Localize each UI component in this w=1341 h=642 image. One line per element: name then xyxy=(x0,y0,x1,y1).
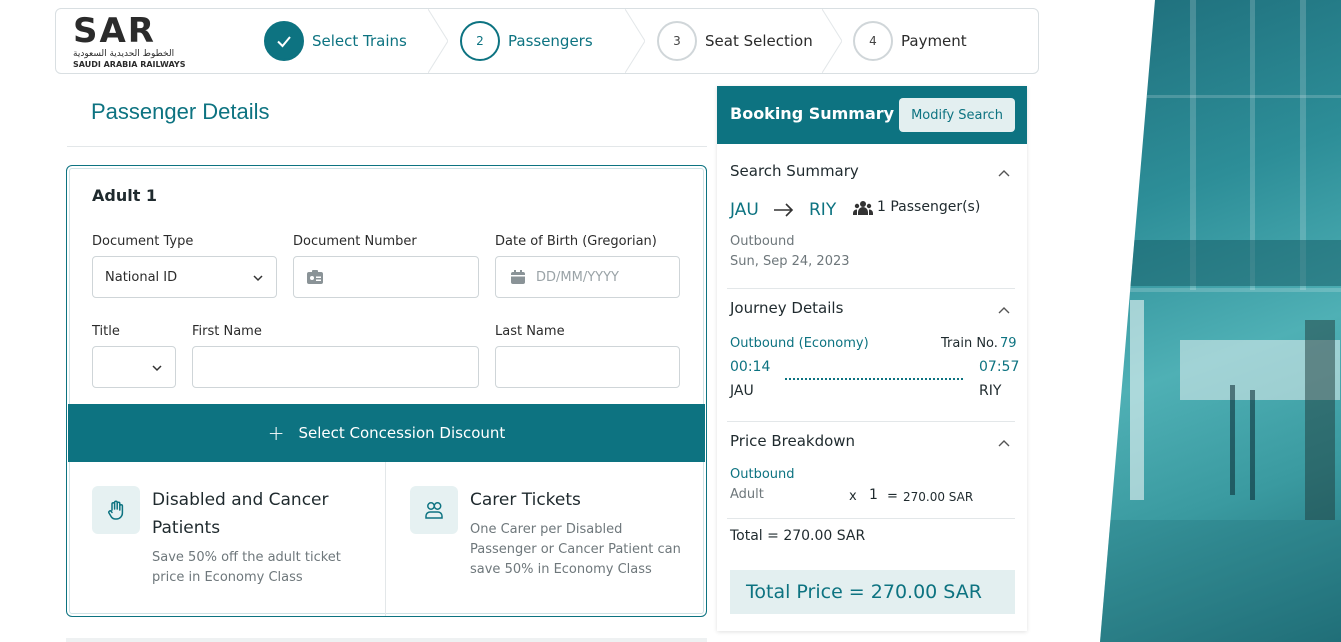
step-passengers[interactable]: 2 Passengers xyxy=(460,9,593,73)
logo-text: SAR xyxy=(73,11,156,51)
adult-label: Adult 1 xyxy=(92,186,158,205)
summary-header: Booking Summary Modify Search xyxy=(717,86,1027,144)
first-name-input[interactable] xyxy=(192,346,479,388)
page-title: Passenger Details xyxy=(91,99,270,124)
title-select[interactable] xyxy=(92,346,176,388)
step-number: 3 xyxy=(657,21,697,61)
booking-summary: Booking Summary Modify Search Search Sum… xyxy=(717,86,1027,631)
travel-date: Sun, Sep 24, 2023 xyxy=(730,254,850,269)
direction-label: Outbound xyxy=(730,234,795,249)
title-label: Title xyxy=(92,324,120,339)
concession-tile-carer[interactable]: Carer Tickets One Carer per Disabled Pas… xyxy=(386,462,704,616)
tile-description: save 50% in Economy Class xyxy=(470,562,652,577)
divider xyxy=(727,288,1015,289)
document-type-value: National ID xyxy=(105,269,178,285)
divider xyxy=(727,421,1015,422)
dob-label: Date of Birth (Gregorian) xyxy=(495,234,657,249)
chevron-down-icon xyxy=(152,365,162,372)
pax-quantity: 1 xyxy=(869,487,878,503)
chevron-up-icon[interactable] xyxy=(997,303,1011,317)
last-name-label: Last Name xyxy=(495,324,565,339)
modify-search-button[interactable]: Modify Search xyxy=(899,98,1015,132)
line-amount: 270.00 SAR xyxy=(903,490,974,504)
last-name-input[interactable] xyxy=(495,346,680,388)
destination-code: RIY xyxy=(809,200,837,220)
concession-label: Select Concession Discount xyxy=(298,424,506,442)
divider xyxy=(67,146,707,147)
journey-details-title: Journey Details xyxy=(730,299,844,317)
summary-title: Booking Summary xyxy=(730,104,895,123)
chevron-divider-icon xyxy=(428,9,448,73)
people-icon xyxy=(853,201,873,215)
calendar-icon xyxy=(511,270,525,284)
step-seat-selection[interactable]: 3 Seat Selection xyxy=(657,9,813,73)
tile-description: price in Economy Class xyxy=(152,570,303,585)
origin-code: JAU xyxy=(730,200,759,220)
arrow-right-icon xyxy=(774,203,794,217)
subtotal: Total = 270.00 SAR xyxy=(730,528,866,544)
logo-arabic: الخطوط الحديدية السعودية xyxy=(73,49,175,59)
passenger-card: Adult 1 Document Type National ID Docume… xyxy=(66,165,707,617)
tile-description: Save 50% off the adult ticket xyxy=(152,550,341,565)
dob-input[interactable]: DD/MM/YYYY xyxy=(495,256,680,298)
step-label: Payment xyxy=(901,32,967,50)
document-number-input[interactable] xyxy=(293,256,479,298)
step-label: Select Trains xyxy=(312,32,407,50)
journey-destination: RIY xyxy=(979,383,1002,399)
price-leg: Outbound xyxy=(730,467,795,482)
sar-logo[interactable]: SAR الخطوط الحديدية السعودية SAUDI ARABI… xyxy=(73,13,193,71)
chevron-up-icon[interactable] xyxy=(997,436,1011,450)
step-label: Seat Selection xyxy=(705,32,813,50)
users-icon xyxy=(410,486,458,534)
first-name-label: First Name xyxy=(192,324,262,339)
step-payment[interactable]: 4 Payment xyxy=(853,9,967,73)
price-breakdown-title: Price Breakdown xyxy=(730,432,856,450)
chevron-divider-icon xyxy=(822,9,842,73)
next-card-edge xyxy=(66,638,707,642)
equals-sign: = xyxy=(887,489,898,504)
journey-origin: JAU xyxy=(730,383,754,399)
train-label: Train No. xyxy=(941,336,998,351)
times-sign: x xyxy=(849,489,857,504)
logo-english: SAUDI ARABIA RAILWAYS xyxy=(73,60,186,69)
step-label: Passengers xyxy=(508,32,593,50)
passenger-count: 1 Passenger(s) xyxy=(877,199,981,215)
step-number: 2 xyxy=(460,21,500,61)
station-photo xyxy=(1100,0,1341,642)
id-card-icon xyxy=(307,270,323,284)
document-number-label: Document Number xyxy=(293,234,417,249)
journey-leg: Outbound (Economy) xyxy=(730,336,869,351)
document-type-label: Document Type xyxy=(92,234,194,249)
concession-tile-disabled[interactable]: Disabled and Cancer Patients Save 50% of… xyxy=(68,462,385,616)
chevron-up-icon[interactable] xyxy=(997,166,1011,180)
search-summary-title: Search Summary xyxy=(730,162,859,180)
step-number: 4 xyxy=(853,21,893,61)
total-price: Total Price = 270.00 SAR xyxy=(730,570,1015,614)
arrival-time: 07:57 xyxy=(979,359,1020,375)
divider xyxy=(727,518,1015,519)
chevron-down-icon xyxy=(253,275,263,282)
document-type-select[interactable]: National ID xyxy=(92,256,277,298)
route-line xyxy=(785,378,963,380)
hand-icon xyxy=(92,486,140,534)
check-icon xyxy=(264,21,304,61)
progress-header: SAR الخطوط الحديدية السعودية SAUDI ARABI… xyxy=(55,8,1039,74)
tile-title: Disabled and Cancer Patients xyxy=(152,490,329,538)
pax-type: Adult xyxy=(730,487,764,502)
tile-title: Carer Tickets xyxy=(470,490,581,510)
tile-description: Passenger or Cancer Patient can xyxy=(470,542,681,557)
chevron-divider-icon xyxy=(625,9,645,73)
dob-placeholder: DD/MM/YYYY xyxy=(536,269,619,285)
step-select-trains[interactable]: Select Trains xyxy=(264,9,407,73)
plus-icon: + xyxy=(267,421,285,445)
departure-time: 00:14 xyxy=(730,359,771,375)
tile-description: One Carer per Disabled xyxy=(470,522,623,537)
select-concession-button[interactable]: + Select Concession Discount xyxy=(68,404,705,462)
train-number: 79 xyxy=(1000,336,1017,351)
